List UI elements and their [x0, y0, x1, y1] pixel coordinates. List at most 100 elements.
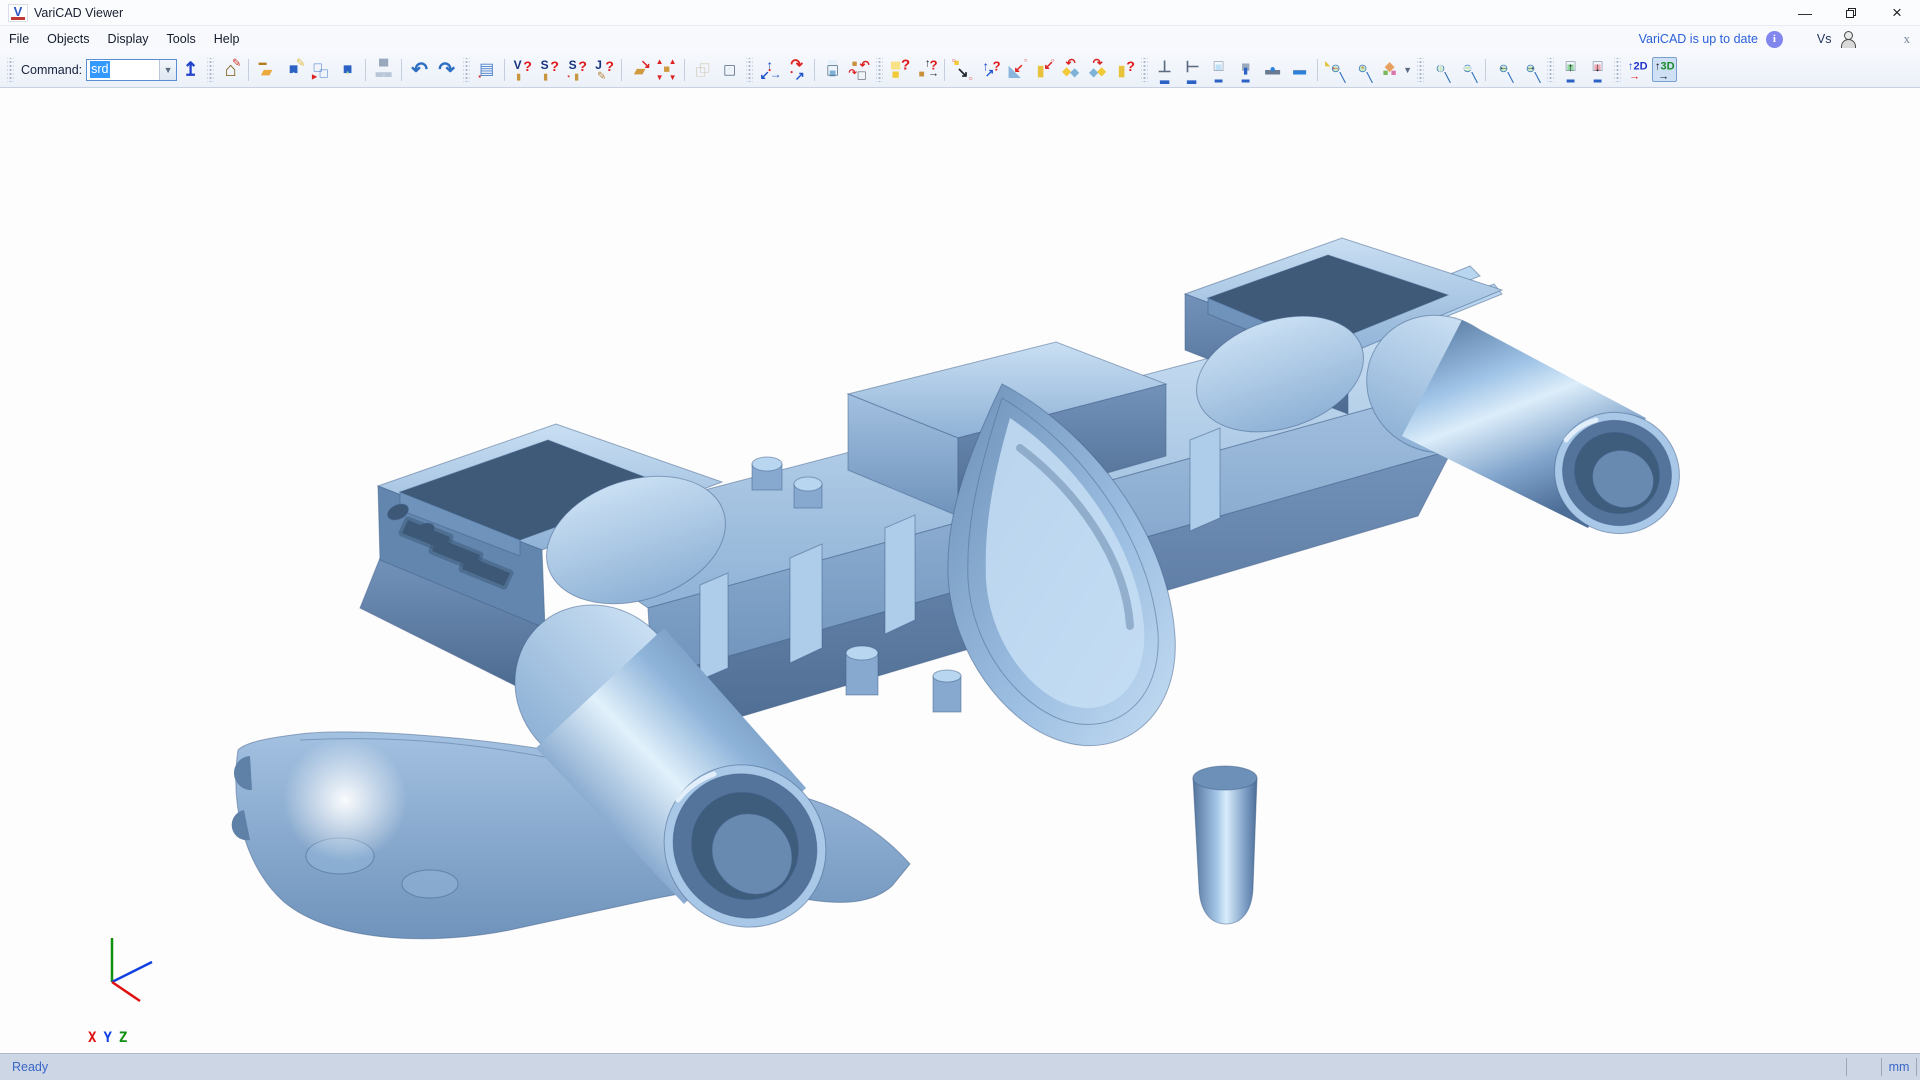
model-intake-manifold[interactable]: [0, 88, 1920, 1053]
display-mode-cube-icon[interactable]: ◆■■: [1377, 57, 1402, 82]
toolbar-separator: [944, 59, 945, 81]
restore-icon: [1846, 8, 1856, 18]
axis-label-x: X: [88, 1030, 96, 1046]
save-bitmap-icon[interactable]: ■▪▪: [335, 57, 360, 82]
toolbar-grip[interactable]: [463, 58, 470, 82]
view-2d-icon[interactable]: 2D↑→: [1625, 57, 1650, 82]
toolbar-grip[interactable]: [1547, 58, 1554, 82]
import-document-icon[interactable]: □□►: [308, 57, 333, 82]
identify-object-icon[interactable]: ■▀?: [887, 57, 912, 82]
explode-icon[interactable]: ▲▲▼▼■: [654, 57, 679, 82]
vs-label: Vs: [1817, 32, 1832, 46]
rotate-view-icon[interactable]: ■↶□↷: [847, 57, 872, 82]
measure-distance-icon[interactable]: ■↘○○: [950, 57, 975, 82]
toolbar: Command: srd ▼ ↥⌂✎▰▬■▪✎□□►■▪▪▀▬▫↶↷▤▪V?▮S…: [0, 52, 1920, 88]
update-status-text: VariCAD is up to date: [1639, 32, 1758, 46]
attributes-s-icon[interactable]: S?▮: [537, 57, 562, 82]
menu-bar-items: FileObjectsDisplayToolsHelp: [0, 26, 248, 52]
toolbar-grip[interactable]: [1141, 58, 1148, 82]
menu-tools[interactable]: Tools: [158, 26, 205, 52]
save-file-icon[interactable]: ■▪✎: [281, 57, 306, 82]
surface-angle-2-icon[interactable]: ◆◆↷: [1085, 57, 1110, 82]
toolbar-items: ↥ ⌂✎ ▰▬■▪✎□□►■▪▪ ▀▬▫ ↶↷ ▤▪ V?▮S?▮S?▪▮J?✎ ▰↘▲▲▼▼…: [177, 57, 1678, 82]
measure-cylinder-icon[interactable]: ▮↙○: [1031, 57, 1056, 82]
redo-icon[interactable]: ↷: [434, 57, 459, 82]
attributes-set-icon[interactable]: S?▪▮: [564, 57, 589, 82]
varicad-logo-icon: V: [8, 4, 28, 22]
rotate-object-icon[interactable]: ↷↗●: [784, 57, 809, 82]
object-list-icon[interactable]: ▤▪: [474, 57, 499, 82]
undo-icon[interactable]: ↶: [407, 57, 432, 82]
section-solid-icon[interactable]: ─▬: [1287, 57, 1312, 82]
toolbar-separator: [365, 59, 366, 81]
open-file-icon[interactable]: ▰▬: [254, 57, 279, 82]
zoom-all-icon[interactable]: ●○▯╲: [1428, 57, 1453, 82]
status-right: mm: [1846, 1054, 1920, 1080]
close-button[interactable]: ×: [1874, 0, 1920, 25]
cylinder-info-icon[interactable]: ▮?: [1112, 57, 1137, 82]
view-3d-icon[interactable]: 3D↑→: [1652, 57, 1677, 82]
zoom-window-icon[interactable]: ●○▭╲: [1455, 57, 1480, 82]
surface-angle-icon[interactable]: ◆◆↶: [1058, 57, 1083, 82]
move-object-icon[interactable]: ↑↙→●: [757, 57, 782, 82]
pan-up-icon[interactable]: ■□↑▂: [1558, 57, 1583, 82]
toolbar-grip[interactable]: [207, 58, 214, 82]
view-plane-solid-icon[interactable]: ■▮▂: [1233, 57, 1258, 82]
view-plane-icon[interactable]: ■□▂: [1206, 57, 1231, 82]
zoom-previous-icon[interactable]: ●○←╲: [1491, 57, 1516, 82]
command-input[interactable]: srd ▼: [86, 59, 177, 81]
shaded-cube-icon[interactable]: □▪: [717, 57, 742, 82]
axis-triad-icon: [112, 938, 152, 1001]
menu-help[interactable]: Help: [205, 26, 249, 52]
toolbar-grip[interactable]: [746, 58, 753, 82]
toolbar-separator: [814, 59, 815, 81]
section-plane-icon[interactable]: ▬●: [1260, 57, 1285, 82]
datum-perpendicular-icon[interactable]: ⊥▂: [1152, 57, 1177, 82]
home-view-icon[interactable]: ⌂✎: [218, 57, 243, 82]
zoom-solid-icon[interactable]: ●○▪╲: [1350, 57, 1375, 82]
title-bar: V VariCAD Viewer — ×: [0, 0, 1920, 26]
menu-bar: FileObjectsDisplayToolsHelp VariCAD is u…: [0, 26, 1920, 52]
toolbar-separator: [621, 59, 622, 81]
measure-angle-icon[interactable]: ◣↙○: [1004, 57, 1029, 82]
pan-down-icon[interactable]: ■□↓▂: [1585, 57, 1610, 82]
measure-coordinates-icon[interactable]: ↑↗?: [977, 57, 1002, 82]
menu-file[interactable]: File: [0, 26, 38, 52]
window-controls: — ×: [1782, 0, 1920, 25]
minimize-button[interactable]: —: [1782, 0, 1828, 25]
wireframe-cube-icon[interactable]: □□: [690, 57, 715, 82]
zoom-back-icon[interactable]: ●○←◣╲: [1323, 57, 1348, 82]
toolbar-separator: [504, 59, 505, 81]
viewport-3d[interactable]: XYZ: [0, 88, 1920, 1053]
window-title: VariCAD Viewer: [34, 6, 123, 20]
attributes-v-icon[interactable]: V?▮: [510, 57, 535, 82]
status-bar: Ready mm: [0, 1053, 1920, 1080]
dismiss-update-icon[interactable]: x: [1904, 31, 1911, 47]
menu-display[interactable]: Display: [99, 26, 158, 52]
display-mode-dropdown[interactable]: ▼: [1403, 65, 1412, 75]
units-indicator: mm: [1882, 1060, 1916, 1074]
insert-block-icon[interactable]: ▰↘: [627, 57, 652, 82]
menu-objects[interactable]: Objects: [38, 26, 98, 52]
menu-bar-right: VariCAD is up to date i Vs x: [1639, 31, 1920, 48]
restore-button[interactable]: [1828, 0, 1874, 25]
command-value-selected: srd: [90, 61, 109, 78]
datum-angle-icon[interactable]: ⊢▂: [1179, 57, 1204, 82]
info-icon[interactable]: i: [1766, 31, 1783, 48]
toolbar-separator: [248, 59, 249, 81]
zoom-next-icon[interactable]: ●○→╲: [1518, 57, 1543, 82]
toolbar-grip[interactable]: [876, 58, 883, 82]
toolbar-grip[interactable]: [7, 58, 14, 82]
view-cube-icon[interactable]: ■▀□: [820, 57, 845, 82]
print-icon[interactable]: ▀▬▫: [371, 57, 396, 82]
toolbar-grip[interactable]: [1417, 58, 1424, 82]
toolbar-separator: [684, 59, 685, 81]
export-view-icon[interactable]: ↥: [178, 57, 203, 82]
attributes-edit-icon[interactable]: J?✎: [591, 57, 616, 82]
varicad-viewer-window: V VariCAD Viewer — × FileObjectsDisplayT…: [0, 0, 1920, 1080]
measure-object-icon[interactable]: ■↑→?: [914, 57, 939, 82]
command-dropdown-button[interactable]: ▼: [159, 60, 176, 80]
toolbar-separator: [1317, 59, 1318, 81]
toolbar-grip[interactable]: [1614, 58, 1621, 82]
user-account-icon[interactable]: [1840, 31, 1856, 47]
